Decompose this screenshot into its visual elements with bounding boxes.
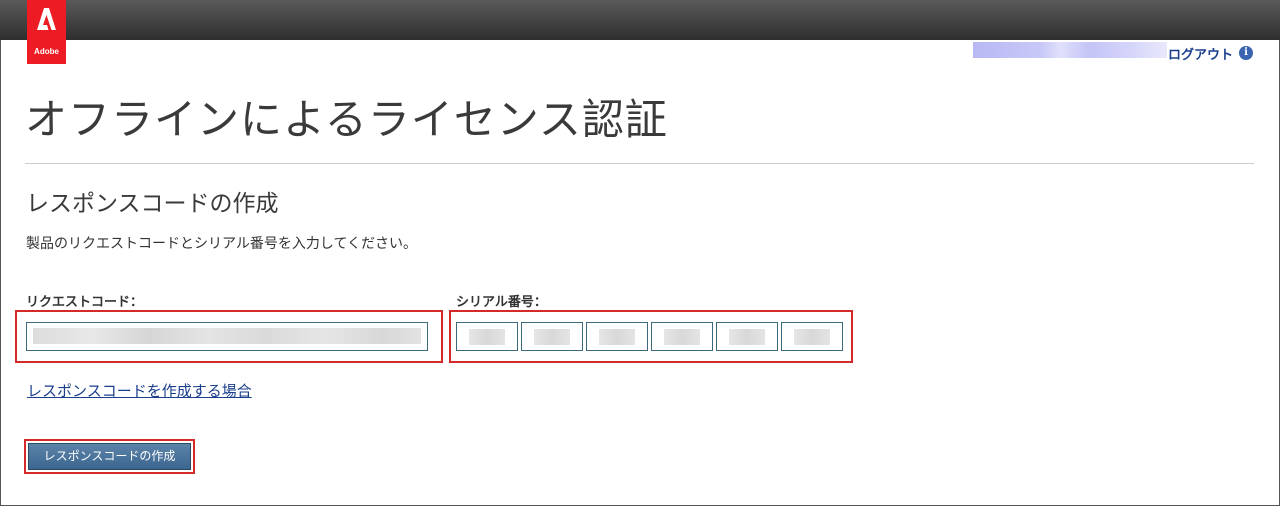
serial-redacted xyxy=(729,329,765,345)
serial-redacted xyxy=(599,329,635,345)
serial-field-6[interactable] xyxy=(781,322,843,351)
divider xyxy=(25,163,1254,164)
serial-redacted xyxy=(469,329,505,345)
request-code-redacted xyxy=(33,328,421,344)
create-response-code-button[interactable]: レスポンスコードの作成 xyxy=(28,443,191,470)
serial-field-5[interactable] xyxy=(716,322,778,351)
serial-field-4[interactable] xyxy=(651,322,713,351)
request-code-label: リクエストコード： xyxy=(26,295,144,310)
serial-redacted xyxy=(534,329,570,345)
user-name-redacted xyxy=(973,42,1167,58)
section-title: レスポンスコードの作成 xyxy=(26,191,279,217)
serial-field-3[interactable] xyxy=(586,322,648,351)
adobe-logo[interactable]: Adobe xyxy=(27,0,66,64)
logo-label: Adobe xyxy=(34,47,59,56)
top-bar xyxy=(0,0,1280,40)
adobe-a-icon xyxy=(37,8,56,30)
info-icon[interactable]: i xyxy=(1239,46,1253,60)
serial-redacted xyxy=(794,329,830,345)
serial-redacted xyxy=(664,329,700,345)
window-frame xyxy=(0,0,1280,506)
serial-number-label: シリアル番号： xyxy=(456,295,547,310)
request-code-input[interactable] xyxy=(26,322,428,351)
create-response-code-help-link[interactable]: レスポンスコードを作成する場合 xyxy=(27,380,252,401)
page-title: オフラインによるライセンス認証 xyxy=(25,95,668,144)
serial-field-2[interactable] xyxy=(521,322,583,351)
serial-field-1[interactable] xyxy=(456,322,518,351)
logout-link[interactable]: ログアウト xyxy=(1168,44,1233,63)
instructions-text: 製品のリクエストコードとシリアル番号を入力してください。 xyxy=(26,236,418,252)
